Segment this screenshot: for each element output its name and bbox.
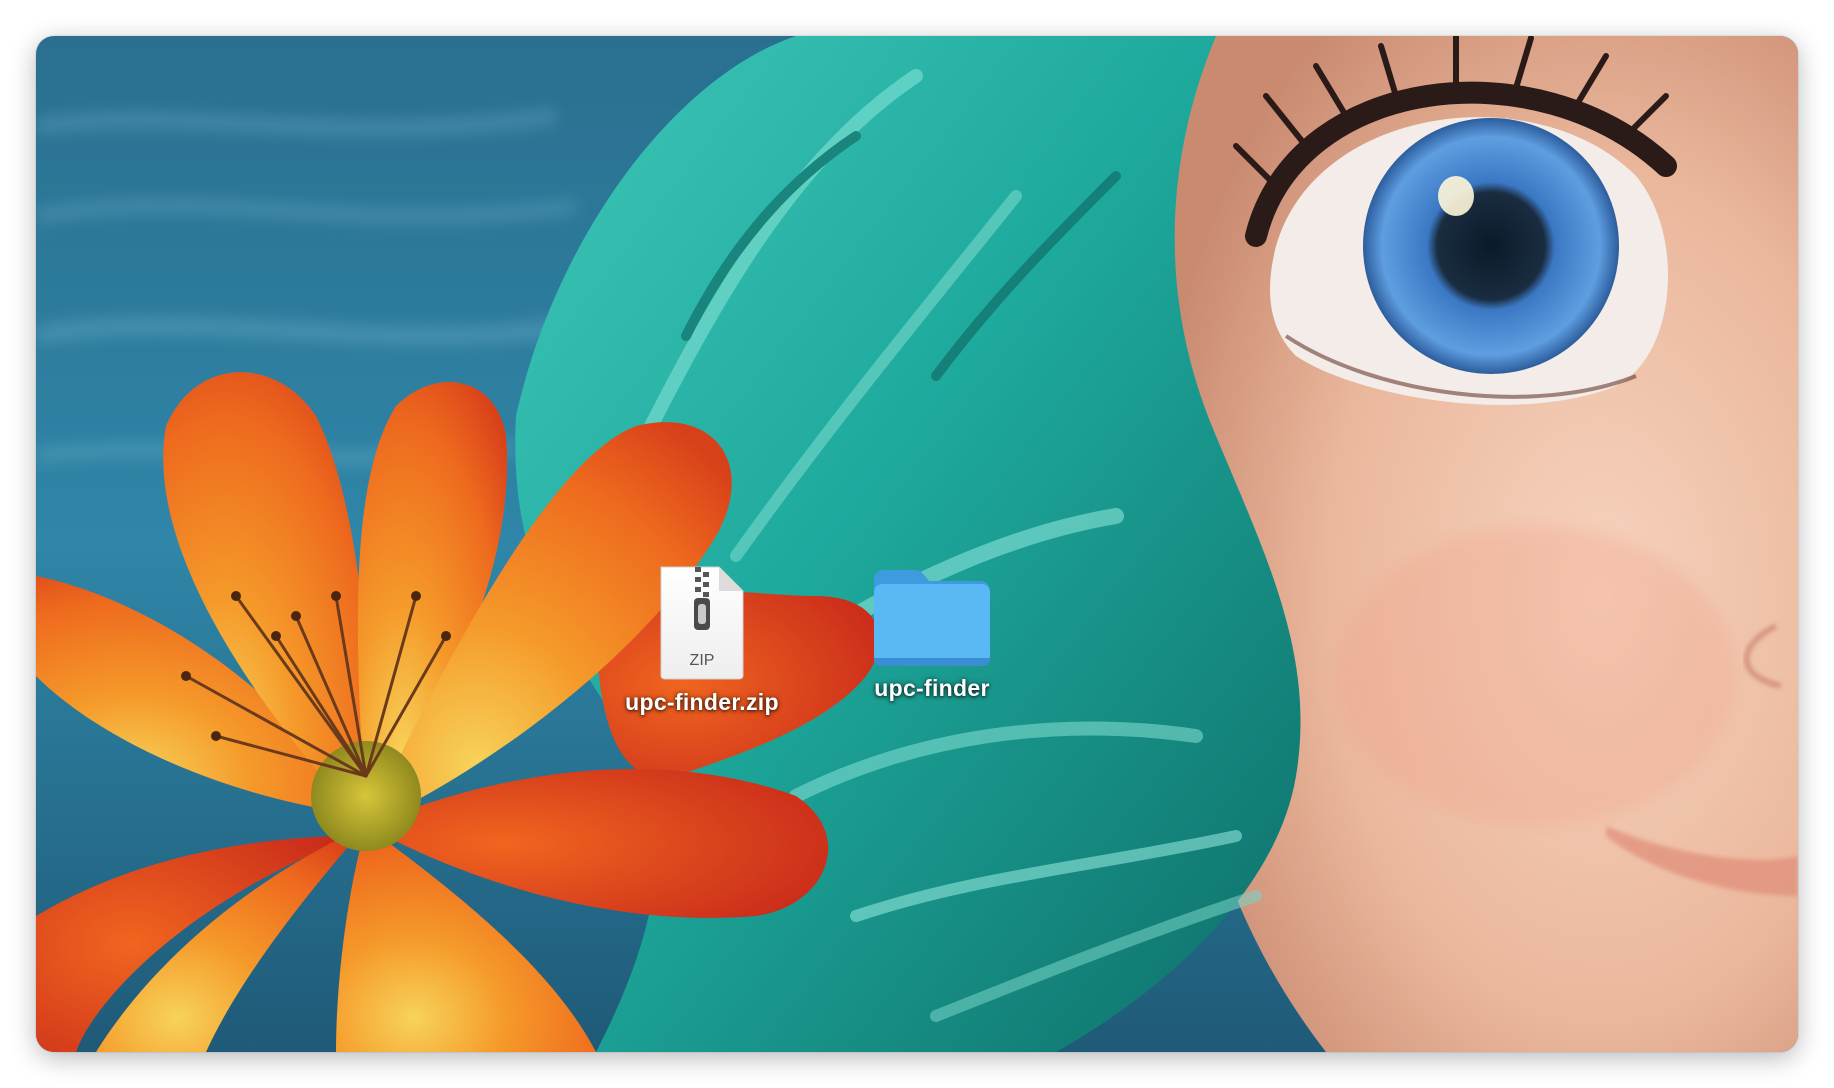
desktop-item-zip[interactable]: ZIP upc-finder.zip bbox=[602, 564, 802, 716]
desktop-wallpaper bbox=[36, 36, 1798, 1052]
zip-file-icon: ZIP bbox=[657, 564, 747, 685]
desktop-item-folder[interactable]: upc-finder bbox=[842, 566, 1022, 702]
desktop-item-label: upc-finder bbox=[874, 675, 990, 701]
zip-badge: ZIP bbox=[689, 652, 715, 669]
folder-icon bbox=[870, 566, 994, 673]
desktop-item-label: upc-finder.zip bbox=[625, 689, 779, 715]
desktop-screen: ZIP upc-finder.zip upc-finder bbox=[36, 36, 1798, 1052]
